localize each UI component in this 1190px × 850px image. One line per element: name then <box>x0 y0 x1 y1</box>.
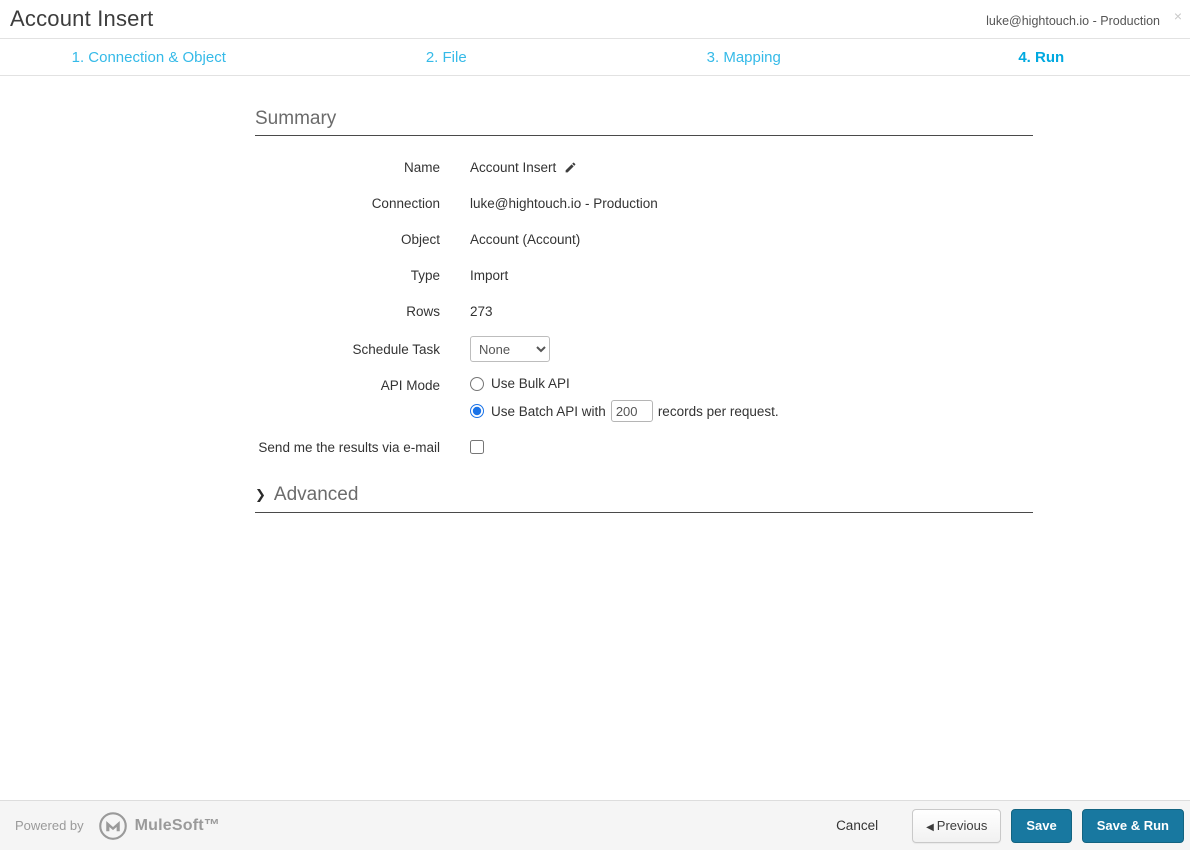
page-title: Account Insert <box>10 6 154 31</box>
previous-button[interactable]: ◀ Previous <box>912 808 1002 843</box>
chevron-right-icon: ❯ <box>255 487 266 502</box>
batch-size-input[interactable] <box>610 400 653 422</box>
name-label: Name <box>403 159 440 175</box>
bulk-api-radio[interactable] <box>470 376 484 391</box>
api-mode-row: API Mode Use Bulk API Use Batch API with… <box>255 376 1033 422</box>
name-value: Account Insert <box>470 159 557 175</box>
powered-by-label: Powered by <box>15 818 84 833</box>
connection-row: Connection luke@hightouch.io - Productio… <box>255 192 1033 214</box>
main-content: Summary Name Account Insert Connection l… <box>0 76 1033 513</box>
schedule-label: Schedule Task <box>352 341 440 357</box>
step-connection-object[interactable]: 1. Connection & Object <box>0 39 298 75</box>
footer-actions: Cancel ◀ Previous Save Save & Run <box>836 808 1184 843</box>
type-row: Type Import <box>255 264 1033 286</box>
batch-api-prefix: Use Batch API with <box>491 403 606 419</box>
save-and-run-button[interactable]: Save & Run <box>1081 808 1184 843</box>
wizard-steps: 1. Connection & Object 2. File 3. Mappin… <box>0 39 1190 76</box>
object-row: Object Account (Account) <box>255 228 1033 250</box>
api-mode-label: API Mode <box>380 378 440 393</box>
bulk-api-label: Use Bulk API <box>491 376 570 391</box>
type-value: Import <box>470 267 509 283</box>
save-button[interactable]: Save <box>1011 808 1072 843</box>
email-results-checkbox[interactable] <box>470 440 484 454</box>
connection-value: luke@hightouch.io - Production <box>470 195 658 211</box>
advanced-section-toggle[interactable]: ❯ Advanced <box>255 484 1033 513</box>
type-label: Type <box>410 267 440 283</box>
rows-label: Rows <box>406 303 440 319</box>
step-file[interactable]: 2. File <box>298 39 596 75</box>
powered-by: Powered by MuleSoft™ <box>15 811 220 841</box>
close-icon[interactable]: × <box>1174 9 1182 23</box>
cancel-button[interactable]: Cancel <box>836 818 878 833</box>
rows-row: Rows 273 <box>255 300 1033 322</box>
bulk-api-option[interactable]: Use Bulk API <box>470 376 779 391</box>
batch-api-suffix: records per request. <box>657 403 779 419</box>
header: Account Insert luke@hightouch.io - Produ… <box>0 0 1190 39</box>
schedule-select[interactable]: None <box>470 336 550 362</box>
schedule-row: Schedule Task None <box>255 336 1033 362</box>
mulesoft-brand: MuleSoft™ <box>134 816 221 834</box>
email-results-label: Send me the results via e-mail <box>258 439 440 455</box>
email-results-row: Send me the results via e-mail <box>255 436 1033 458</box>
batch-api-radio[interactable] <box>470 404 484 418</box>
connection-label: Connection <box>371 195 440 211</box>
name-row: Name Account Insert <box>255 156 1033 178</box>
rows-value: 273 <box>470 303 493 319</box>
batch-api-option[interactable]: Use Batch API with records per request. <box>470 400 779 422</box>
advanced-heading: Advanced <box>273 484 359 505</box>
footer-bar: Powered by MuleSoft™ Cancel ◀ Previous Sa… <box>0 800 1190 850</box>
summary-heading: Summary <box>255 108 337 129</box>
object-label: Object <box>400 231 440 247</box>
account-insert-wizard: Account Insert luke@hightouch.io - Produ… <box>0 0 1190 850</box>
object-value: Account (Account) <box>470 231 581 247</box>
step-run[interactable]: 4. Run <box>893 39 1190 75</box>
edit-name-icon[interactable] <box>564 161 577 174</box>
step-mapping[interactable]: 3. Mapping <box>595 39 893 75</box>
summary-form: Name Account Insert Connection luke@high… <box>255 156 1033 458</box>
mulesoft-logo-icon <box>98 811 128 841</box>
summary-section-header: Summary <box>255 108 1033 136</box>
arrow-left-icon: ◀ <box>926 822 934 833</box>
connection-indicator: luke@hightouch.io - Production <box>986 14 1160 28</box>
